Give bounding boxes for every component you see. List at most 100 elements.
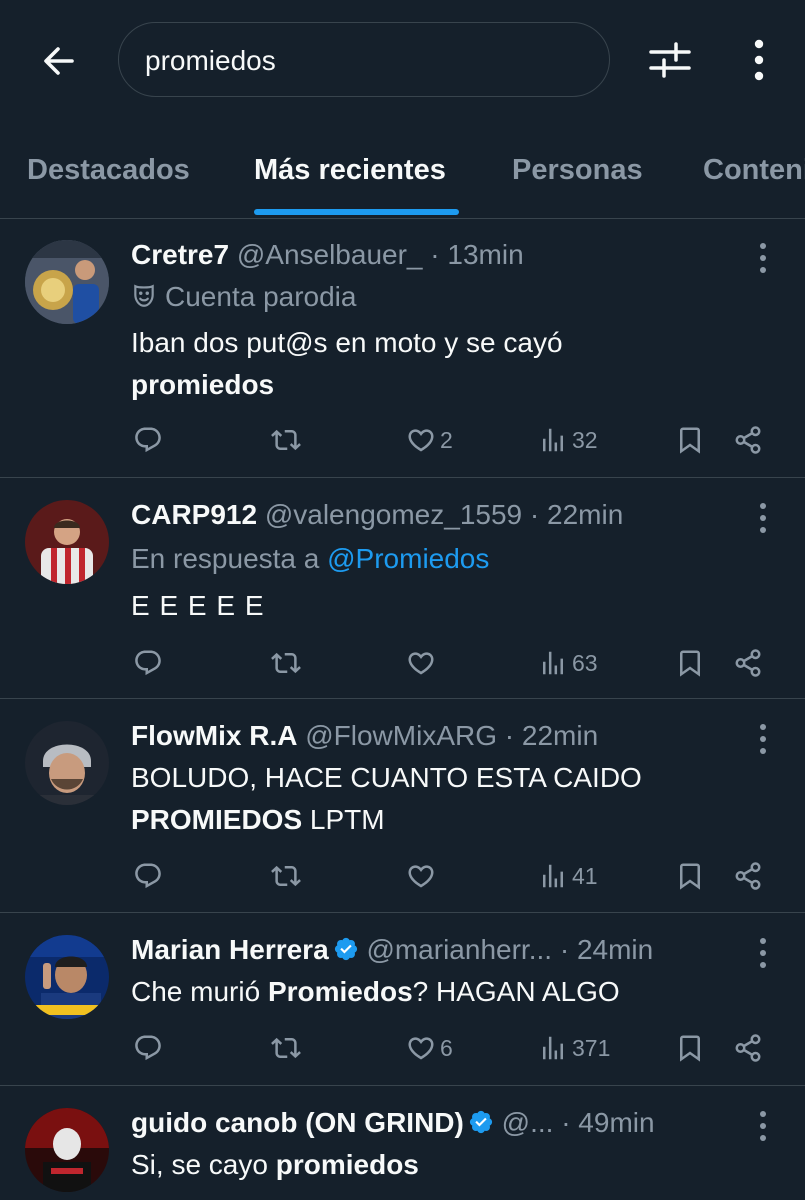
bookmark-button[interactable]	[675, 643, 705, 683]
back-arrow-icon[interactable]	[38, 40, 80, 82]
author-handle[interactable]: @FlowMixARG	[305, 720, 497, 751]
tab-contenido[interactable]: Contenido	[703, 154, 805, 187]
reply-icon	[133, 861, 163, 891]
reply-button[interactable]	[133, 420, 163, 460]
parody-label-text: Cuenta parodia	[165, 281, 357, 312]
post-text-before: Si, se cayo	[131, 1149, 268, 1180]
post-item[interactable]: CARP912 @valengomez_1559 · 22min En resp…	[0, 479, 805, 699]
views-chart-icon	[538, 425, 568, 455]
search-input[interactable]: promiedos	[118, 22, 610, 97]
author-handle[interactable]: @Anselbauer_	[237, 239, 423, 270]
reply-button[interactable]	[133, 643, 163, 683]
views-button[interactable]: 63	[538, 643, 598, 683]
more-options-icon[interactable]	[746, 38, 772, 82]
post-text: Iban dos put@s en moto y se cayó promied…	[131, 322, 751, 406]
post-time[interactable]: 22min	[522, 720, 598, 751]
post-item[interactable]: guido canob (ON GRIND) @... · 49min Si, …	[0, 1087, 805, 1200]
like-button[interactable]: 6	[406, 1028, 453, 1068]
author-name[interactable]: CARP912	[131, 499, 257, 530]
bookmark-button[interactable]	[675, 420, 705, 460]
tab-destacados[interactable]: Destacados	[27, 154, 190, 187]
bookmark-icon	[675, 425, 705, 455]
author-name[interactable]: Cretre7	[131, 239, 229, 270]
share-icon	[733, 1033, 763, 1063]
author-name[interactable]: guido canob (ON GRIND)	[131, 1107, 464, 1138]
post-time[interactable]: 22min	[547, 499, 623, 530]
like-count: 6	[440, 1034, 453, 1061]
post-header: guido canob (ON GRIND) @... · 49min	[131, 1107, 655, 1139]
bookmark-icon	[675, 861, 705, 891]
repost-button[interactable]	[271, 643, 301, 683]
post-text: Si, se cayo promiedos	[131, 1144, 751, 1186]
views-button[interactable]: 371	[538, 1028, 610, 1068]
tab-mas-recientes[interactable]: Más recientes	[254, 154, 446, 187]
separator-dot: ·	[559, 934, 570, 965]
bookmark-button[interactable]	[675, 856, 705, 896]
post-actions: 2 32	[0, 420, 805, 460]
share-button[interactable]	[733, 1028, 763, 1068]
post-item[interactable]: FlowMix R.A @FlowMixARG · 22min BOLUDO, …	[0, 700, 805, 913]
post-more-icon[interactable]	[752, 501, 774, 535]
post-more-icon[interactable]	[752, 1109, 774, 1143]
separator-dot: ·	[504, 720, 515, 751]
avatar[interactable]	[25, 1108, 109, 1192]
post-time[interactable]: 49min	[578, 1107, 654, 1138]
post-more-icon[interactable]	[752, 722, 774, 756]
search-tabs: Destacados Más recientes Personas Conten…	[0, 122, 805, 219]
avatar[interactable]	[25, 500, 109, 584]
author-name[interactable]: FlowMix R.A	[131, 720, 297, 751]
avatar[interactable]	[25, 721, 109, 805]
views-chart-icon	[538, 861, 568, 891]
heart-icon	[406, 648, 436, 678]
post-header: Cretre7 @Anselbauer_ · 13min	[131, 239, 524, 271]
tab-personas[interactable]: Personas	[512, 154, 643, 187]
repost-icon	[271, 425, 301, 455]
like-button[interactable]	[406, 643, 436, 683]
share-button[interactable]	[733, 420, 763, 460]
view-count: 63	[572, 649, 598, 676]
repost-button[interactable]	[271, 856, 301, 896]
bookmark-button[interactable]	[675, 1028, 705, 1068]
reply-prefix: En respuesta a	[131, 543, 320, 574]
separator-dot: ·	[430, 239, 440, 270]
views-chart-icon	[538, 648, 568, 678]
like-count: 2	[440, 426, 453, 453]
share-button[interactable]	[733, 643, 763, 683]
reply-button[interactable]	[133, 856, 163, 896]
post-more-icon[interactable]	[752, 936, 774, 970]
reply-mention-link[interactable]: @Promiedos	[327, 543, 489, 574]
views-button[interactable]: 41	[538, 856, 598, 896]
views-button[interactable]: 32	[538, 420, 598, 460]
author-name[interactable]: Marian Herrera	[131, 934, 329, 965]
post-actions: 41	[0, 856, 805, 896]
like-button[interactable]: 2	[406, 420, 453, 460]
repost-button[interactable]	[271, 420, 301, 460]
like-button[interactable]	[406, 856, 436, 896]
share-button[interactable]	[733, 856, 763, 896]
post-text-highlight: promiedos	[131, 369, 275, 400]
avatar[interactable]	[25, 935, 109, 1019]
separator-dot: ·	[561, 1107, 571, 1138]
repost-button[interactable]	[271, 1028, 301, 1068]
post-time[interactable]: 24min	[577, 934, 653, 965]
separator-dot: ·	[529, 499, 540, 530]
post-header: FlowMix R.A @FlowMixARG · 22min	[131, 720, 598, 752]
bookmark-icon	[675, 1033, 705, 1063]
search-query: promiedos	[145, 45, 276, 76]
post-item[interactable]: Marian Herrera @marianherr... · 24min Ch…	[0, 914, 805, 1086]
post-text: BOLUDO, HACE CUANTO ESTA CAIDO PROMIEDOS…	[131, 757, 751, 841]
post-text: E E E E E	[131, 590, 265, 621]
avatar[interactable]	[25, 240, 109, 324]
post-header: Marian Herrera @marianherr... · 24min	[131, 934, 653, 966]
post-time[interactable]: 13min	[447, 239, 523, 270]
reply-button[interactable]	[133, 1028, 163, 1068]
filter-sliders-icon[interactable]	[648, 40, 692, 80]
author-handle[interactable]: @...	[502, 1107, 554, 1138]
repost-icon	[271, 648, 301, 678]
parody-mask-icon	[134, 284, 154, 307]
author-handle[interactable]: @valengomez_1559	[265, 499, 522, 530]
post-more-icon[interactable]	[752, 241, 774, 275]
author-handle[interactable]: @marianherr...	[366, 934, 552, 965]
repost-icon	[271, 1033, 301, 1063]
post-item[interactable]: Cretre7 @Anselbauer_ · 13min Cuenta paro…	[0, 219, 805, 478]
